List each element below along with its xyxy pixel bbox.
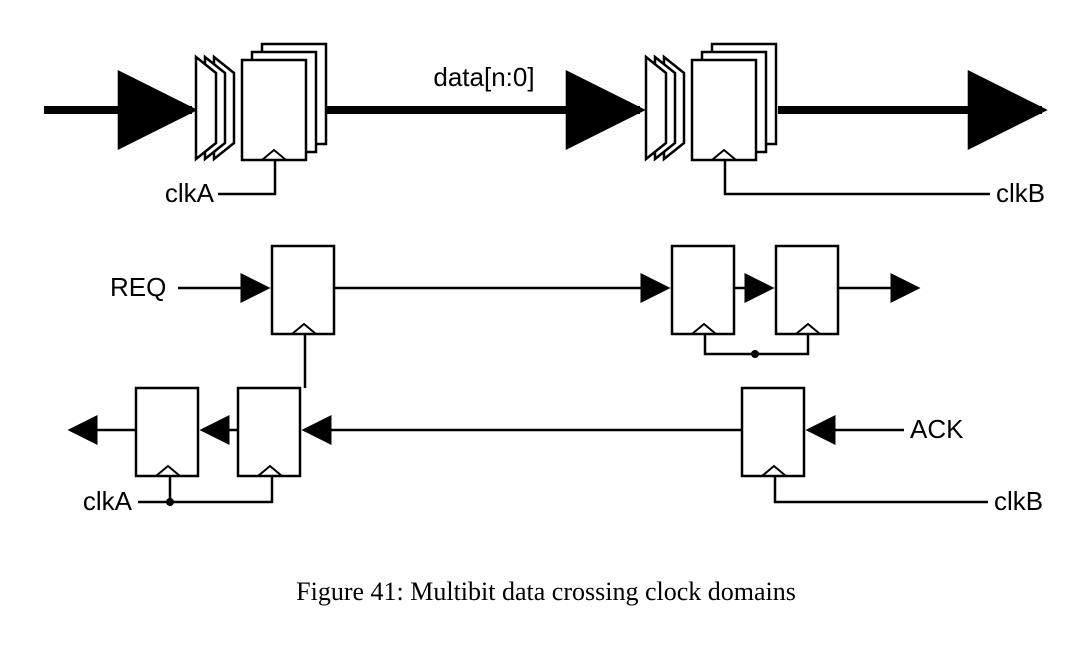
ff-req-sync2 (776, 246, 838, 334)
diagram-multibit-cdc: clkA data[n:0] clkB REQ (0, 0, 1092, 650)
clkA-top-label: clkA (165, 178, 215, 208)
figure-caption: Figure 41: Multibit data crossing clock … (296, 577, 796, 606)
source-register-stack (196, 44, 326, 194)
reg-stack-left (242, 44, 326, 160)
ff-ack-sync2 (136, 388, 198, 476)
clkA-bot-label: clkA (83, 486, 133, 516)
mux-stack-right (646, 57, 684, 159)
bottom-clock-wires: clkA clkB (83, 334, 1043, 516)
ack-path: ACK (70, 388, 964, 476)
clkA-top-wire (218, 160, 275, 194)
top-data-path: clkA data[n:0] clkB (44, 44, 1045, 208)
ff-ack-src (742, 388, 804, 476)
data-bus-label: data[n:0] (433, 62, 534, 92)
ff-req-sync1 (672, 246, 734, 334)
ff-req-src (272, 246, 334, 334)
req-label: REQ (110, 272, 166, 302)
reg-stack-right (692, 44, 776, 160)
ff-ack-sync1 (238, 388, 300, 476)
clkB-bot-label: clkB (994, 486, 1043, 516)
clkB-top-wire (725, 160, 990, 194)
dest-register-stack (646, 44, 990, 194)
req-path: REQ (110, 246, 918, 334)
ack-label: ACK (910, 414, 964, 444)
mux-stack-left (196, 57, 234, 159)
clkB-top-label: clkB (996, 178, 1045, 208)
